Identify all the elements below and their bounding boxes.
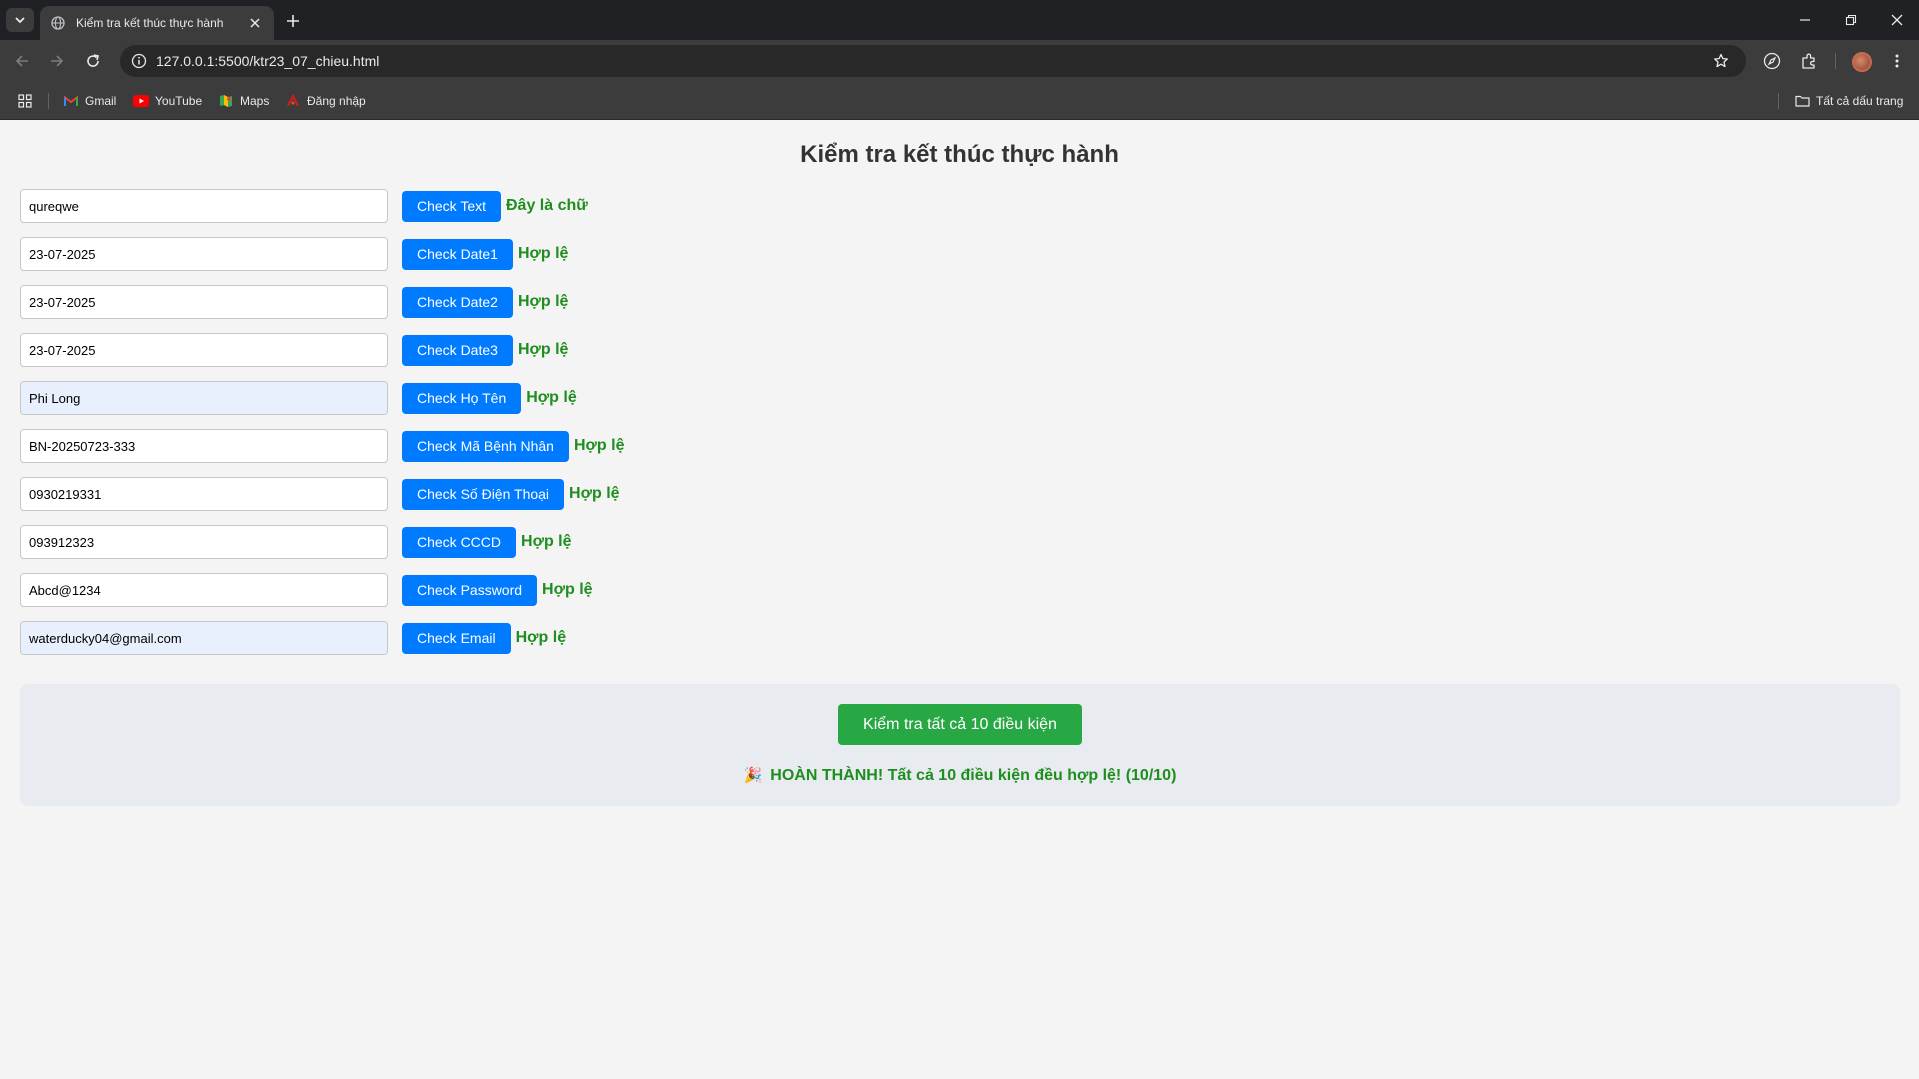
patient-id-input[interactable]	[20, 429, 388, 463]
browser-tab-bar: Kiểm tra kết thúc thực hành	[0, 0, 1919, 40]
password-input[interactable]	[20, 573, 388, 607]
check-row-patient-id: Check Mã Bệnh Nhân Hợp lệ	[20, 429, 624, 463]
folder-icon	[1794, 93, 1810, 109]
close-icon[interactable]	[246, 14, 264, 32]
summary-message: 🎉 HOÀN THÀNH! Tất cả 10 điều kiện đều hợp…	[20, 766, 1900, 785]
check-date3-button[interactable]: Check Date3	[402, 334, 513, 366]
browser-toolbar: 127.0.0.1:5500/ktr23_07_chieu.html	[0, 40, 1919, 82]
profile-avatar[interactable]	[1852, 52, 1872, 72]
minimize-button[interactable]	[1792, 8, 1818, 32]
bookmark-label: YouTube	[155, 94, 203, 108]
check-date2-button[interactable]: Check Date2	[402, 286, 513, 318]
check-phone-button[interactable]: Check Số Điện Thoại	[402, 478, 565, 510]
restore-button[interactable]	[1838, 8, 1864, 32]
result-phone: Hợp lệ	[569, 485, 620, 502]
check-date1-button[interactable]: Check Date1	[402, 238, 513, 270]
back-button[interactable]	[10, 49, 34, 73]
check-row-phone: Check Số Điện Thoại Hợp lệ	[20, 477, 620, 511]
close-icon	[1891, 14, 1903, 26]
result-cccd: Hợp lệ	[521, 533, 572, 550]
summary-panel: Kiểm tra tất cả 10 điều kiện 🎉 HOÀN THÀNH…	[20, 684, 1900, 806]
result-date2: Hợp lệ	[517, 293, 569, 310]
address-bar[interactable]: 127.0.0.1:5500/ktr23_07_chieu.html	[120, 45, 1746, 77]
result-full-name: Hợp lệ	[526, 389, 577, 406]
plus-icon	[287, 15, 299, 27]
site-info-icon[interactable]	[130, 52, 148, 70]
maps-icon	[218, 93, 234, 109]
bookmark-star-icon[interactable]	[1710, 50, 1732, 72]
new-tab-button[interactable]	[282, 10, 304, 32]
bookmark-gmail[interactable]: Gmail	[63, 91, 116, 111]
login-icon	[285, 93, 301, 109]
cccd-input[interactable]	[20, 525, 388, 559]
reload-icon	[87, 54, 99, 67]
active-tab[interactable]: Kiểm tra kết thúc thực hành	[40, 6, 274, 40]
chevron-down-icon	[15, 17, 25, 24]
check-all-button[interactable]: Kiểm tra tất cả 10 điều kiện	[838, 704, 1082, 745]
tab-search-button[interactable]	[6, 8, 34, 32]
arrow-right-icon	[51, 55, 64, 67]
check-email-button[interactable]: Check Email	[402, 622, 511, 654]
reload-button[interactable]	[81, 49, 105, 73]
party-popper-icon: 🎉	[743, 767, 763, 784]
result-text: Đây là chữ	[506, 197, 588, 214]
check-full-name-button[interactable]: Check Họ Tên	[402, 382, 522, 414]
url-text: 127.0.0.1:5500/ktr23_07_chieu.html	[156, 53, 380, 69]
restore-icon	[1845, 14, 1857, 26]
bookmark-login[interactable]: Đăng nhập	[285, 91, 366, 111]
check-row-email: Check Email Hợp lệ	[20, 621, 566, 655]
date2-input[interactable]	[20, 285, 388, 319]
minimize-icon	[1800, 19, 1810, 21]
check-row-date1: Check Date1 Hợp lệ	[20, 237, 568, 271]
result-password: Hợp lệ	[542, 581, 593, 598]
globe-icon	[50, 15, 66, 31]
check-row-text: Check Text Đây là chữ	[20, 189, 588, 223]
result-date3: Hợp lệ	[517, 341, 569, 358]
result-date1: Hợp lệ	[517, 245, 569, 262]
bookmark-label: Đăng nhập	[307, 94, 366, 108]
bookmark-label: Maps	[240, 94, 270, 108]
check-patient-id-button[interactable]: Check Mã Bệnh Nhân	[402, 430, 569, 462]
result-patient-id: Hợp lệ	[573, 437, 625, 454]
date1-input[interactable]	[20, 237, 388, 271]
full-name-input[interactable]	[20, 381, 388, 415]
result-email: Hợp lệ	[515, 629, 567, 646]
date3-input[interactable]	[20, 333, 388, 367]
check-row-password: Check Password Hợp lệ	[20, 573, 593, 607]
arrow-left-icon	[15, 55, 28, 67]
tab-title: Kiểm tra kết thúc thực hành	[76, 16, 224, 30]
apps-button[interactable]	[17, 91, 39, 111]
page-title: Kiểm tra kết thúc thực hành	[800, 141, 1119, 168]
check-row-date3: Check Date3 Hợp lệ	[20, 333, 568, 367]
text-input[interactable]	[20, 189, 388, 223]
check-row-full-name: Check Họ Tên Hợp lệ	[20, 381, 577, 415]
check-row-cccd: Check CCCD Hợp lệ	[20, 525, 572, 559]
apps-grid-icon	[17, 93, 33, 109]
forward-button[interactable]	[45, 49, 69, 73]
more-menu-icon[interactable]	[1886, 50, 1908, 72]
page-content: Kiểm tra kết thúc thực hành Check Text Đ…	[0, 121, 1919, 1079]
summary-text: HOÀN THÀNH! Tất cả 10 điều kiện đều hợp …	[770, 767, 1177, 784]
bookmarks-divider	[1778, 93, 1779, 109]
check-text-button[interactable]: Check Text	[402, 190, 501, 222]
all-bookmarks-button[interactable]: Tất cả dấu trang	[1794, 91, 1903, 111]
gmail-icon	[63, 93, 79, 109]
all-bookmarks-label: Tất cả dấu trang	[1816, 94, 1904, 108]
extensions-icon[interactable]	[1798, 50, 1820, 72]
check-cccd-button[interactable]: Check CCCD	[402, 526, 517, 558]
bookmark-label: Gmail	[85, 94, 117, 108]
bookmark-youtube[interactable]: YouTube	[133, 91, 202, 111]
check-row-date2: Check Date2 Hợp lệ	[20, 285, 568, 319]
email-input[interactable]	[20, 621, 388, 655]
compass-icon[interactable]	[1761, 50, 1783, 72]
toolbar-divider	[1835, 53, 1836, 69]
close-window-button[interactable]	[1884, 8, 1910, 32]
bookmark-maps[interactable]: Maps	[218, 91, 269, 111]
bookmarks-divider	[48, 93, 49, 109]
bookmarks-bar: Gmail YouTube Maps Đăng nhập Tất cả dấu …	[0, 82, 1919, 120]
check-password-button[interactable]: Check Password	[402, 574, 538, 606]
phone-input[interactable]	[20, 477, 388, 511]
youtube-icon	[133, 93, 149, 109]
